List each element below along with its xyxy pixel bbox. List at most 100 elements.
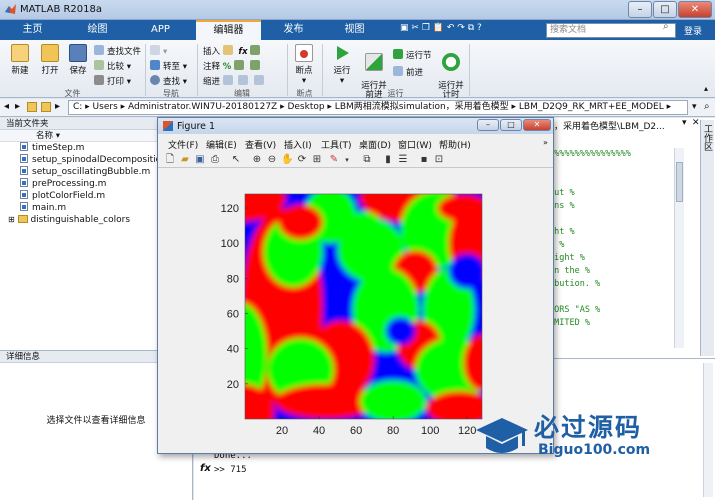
figure-maximize-button[interactable]: □ (500, 119, 522, 131)
tab-editor[interactable]: 编辑器 (196, 20, 261, 40)
rotate-icon[interactable]: ⟳ (296, 154, 308, 166)
code-line[interactable]: TORS "AS % (549, 304, 669, 317)
tab-home[interactable]: 主页 (5, 20, 60, 40)
workspace-tab[interactable]: 工作区 (700, 120, 714, 356)
back-icon[interactable]: ◂ (4, 101, 9, 112)
brush-icon[interactable]: ✎ (328, 154, 340, 166)
path-input[interactable]: C: ▸ Users ▸ Administrator.WIN7U-2018012… (68, 100, 688, 115)
tab-view[interactable]: 视图 (327, 20, 382, 40)
compare-button[interactable]: 比较 ▾ (94, 60, 131, 72)
code-line[interactable]: %%%%%%%%%%%%%%%% (549, 148, 669, 161)
collapse-toolstrip-icon[interactable]: ▴ (704, 84, 708, 93)
run-section-button[interactable]: 运行节 (393, 49, 432, 61)
find-button[interactable]: 查找 ▾ (150, 75, 187, 87)
save-icon[interactable]: ▣ (400, 23, 409, 33)
editor-close-icon[interactable]: ✕ (692, 118, 700, 128)
open-file-icon[interactable]: ▰ (179, 154, 191, 166)
help-icon[interactable]: ? (477, 23, 482, 33)
menu-edit[interactable]: 编辑(E) (206, 138, 237, 151)
open-button[interactable]: 打开 (36, 44, 64, 76)
maximize-button[interactable]: □ (653, 1, 677, 18)
data-cursor-icon[interactable]: ⊞ (311, 154, 323, 166)
fx-icon[interactable]: fx (200, 463, 211, 474)
colorbar-icon[interactable]: ▮ (382, 154, 394, 166)
menu-file[interactable]: 文件(F) (168, 138, 198, 151)
indent-button[interactable]: 缩进 (203, 75, 267, 87)
switch-windows-icon[interactable]: ⧉ (468, 23, 474, 33)
insert-button[interactable]: 插入 fx (203, 45, 263, 57)
code-line[interactable]: ons % (549, 200, 669, 213)
cut-icon[interactable]: ✂ (411, 23, 419, 33)
code-line[interactable]: % (549, 161, 669, 174)
folder-menu-icon[interactable]: ▸ (55, 101, 60, 112)
search-folder-icon[interactable]: ⌕ (704, 101, 710, 112)
undo-icon[interactable]: ↶ (447, 23, 455, 33)
breakpoints-button[interactable]: 断点 ▾ (290, 44, 318, 86)
hide-tools-icon[interactable]: ▪ (418, 154, 430, 166)
redo-icon[interactable]: ↷ (457, 23, 465, 33)
comment-button[interactable]: 注释 % (203, 60, 263, 72)
expand-icon[interactable]: ⊞ (8, 215, 15, 224)
brush-dropdown-icon[interactable]: ▾ (341, 154, 353, 166)
menu-overflow-icon[interactable]: » (543, 138, 548, 147)
code-line[interactable]: ibution. % (549, 278, 669, 291)
menu-help[interactable]: 帮助(H) (439, 138, 471, 151)
zoom-in-icon[interactable]: ⊕ (251, 154, 263, 166)
link-plot-icon[interactable]: ⧉ (361, 154, 373, 166)
code-line[interactable]: % (549, 174, 669, 187)
run-button[interactable]: 运行 ▾ (328, 44, 356, 86)
pan-icon[interactable]: ✋ (281, 154, 293, 166)
goto-button[interactable]: 转至 ▾ (150, 60, 187, 72)
run-icon (337, 46, 349, 60)
code-line[interactable]: right % (549, 252, 669, 265)
new-button[interactable]: 新建 (6, 44, 34, 76)
parent-folder-icon[interactable] (27, 102, 37, 112)
paste-icon[interactable]: 📋 (433, 23, 444, 33)
editor-menu-icon[interactable]: ▾ (682, 118, 687, 128)
print-button[interactable]: 打印 ▾ (94, 75, 131, 87)
code-line[interactable]: . % (549, 239, 669, 252)
close-button[interactable]: ✕ (678, 1, 712, 18)
figure-window[interactable]: Figure 1 – □ ✕ 文件(F) 编辑(E) 查看(V) 插入(I) 工… (157, 117, 554, 454)
browse-folder-icon[interactable] (41, 102, 51, 112)
command-prompt[interactable]: >> 715 (214, 465, 247, 475)
figure-close-button[interactable]: ✕ (523, 119, 551, 131)
find-files-button[interactable]: 查找文件 (94, 45, 141, 57)
fx-button[interactable]: fx (238, 47, 247, 57)
navigate-back[interactable]: ▾ (150, 45, 167, 57)
menu-window[interactable]: 窗口(W) (398, 138, 432, 151)
search-icon[interactable]: ⌕ (663, 21, 669, 32)
save-button[interactable]: 保存 (64, 44, 92, 76)
path-dropdown-icon[interactable]: ▾ (692, 102, 697, 112)
code-line[interactable]: % (549, 213, 669, 226)
tab-publish[interactable]: 发布 (266, 20, 321, 40)
new-figure-icon[interactable]: 🗋 (164, 154, 176, 166)
code-line[interactable]: % (549, 291, 669, 304)
copy-icon[interactable]: ❐ (422, 23, 430, 33)
pointer-icon[interactable]: ↖ (230, 154, 242, 166)
search-input[interactable]: 搜索文档 (546, 23, 676, 38)
command-scrollbar[interactable] (703, 363, 713, 497)
code-line[interactable]: in the % (549, 265, 669, 278)
code-line[interactable]: out % (549, 187, 669, 200)
tab-apps[interactable]: APP (133, 20, 188, 40)
zoom-out-icon[interactable]: ⊖ (266, 154, 278, 166)
save-figure-icon[interactable]: ▣ (194, 154, 206, 166)
login-link[interactable]: 登录 (684, 24, 702, 37)
tab-plots[interactable]: 绘图 (70, 20, 125, 40)
code-line[interactable]: IMITED % (549, 317, 669, 330)
forward-icon[interactable]: ▸ (15, 101, 20, 112)
menu-tools[interactable]: 工具(T) (321, 138, 352, 151)
menu-insert[interactable]: 插入(I) (284, 138, 312, 151)
minimize-button[interactable]: – (628, 1, 652, 18)
advance-button[interactable]: 前进 (393, 66, 423, 78)
editor-scrollbar[interactable] (674, 148, 684, 348)
menu-desktop[interactable]: 桌面(D) (359, 138, 391, 151)
legend-icon[interactable]: ☰ (397, 154, 409, 166)
menu-view[interactable]: 查看(V) (245, 138, 276, 151)
dock-icon[interactable]: ⊡ (433, 154, 445, 166)
scrollbar-thumb[interactable] (676, 162, 683, 202)
code-line[interactable]: ght % (549, 226, 669, 239)
print-figure-icon[interactable]: ⎙ (209, 154, 221, 166)
figure-minimize-button[interactable]: – (477, 119, 499, 131)
